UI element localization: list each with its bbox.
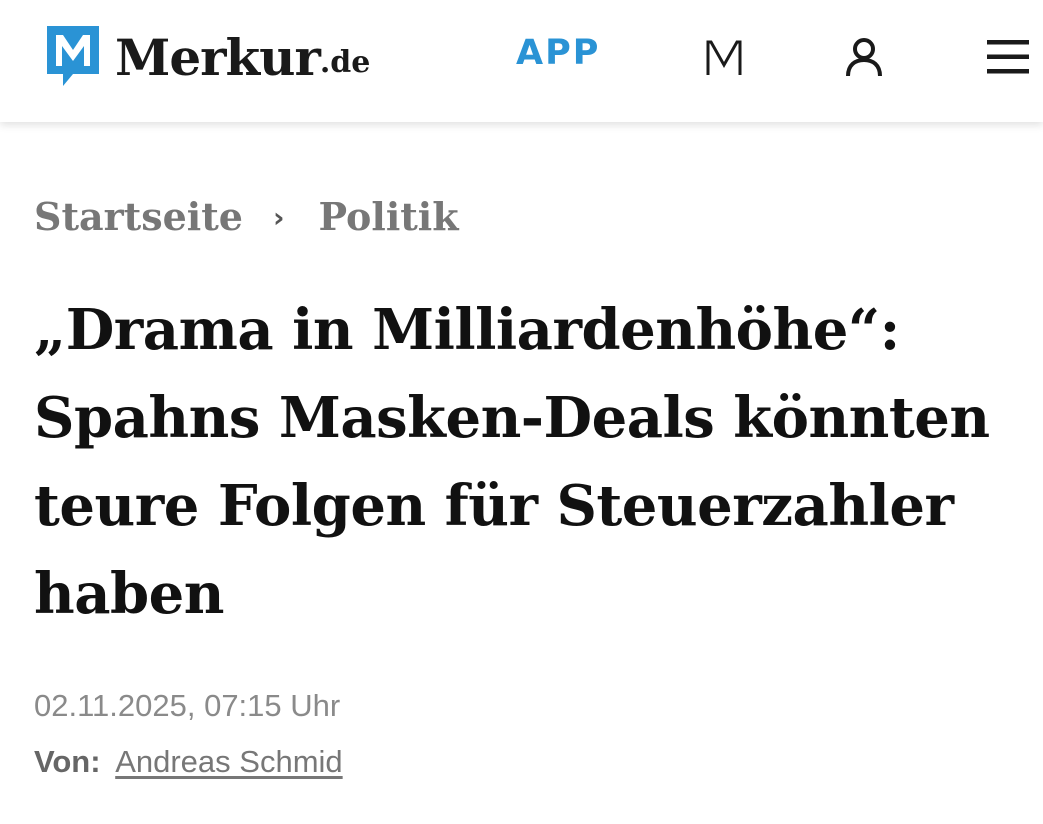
article-dateline: 02.11.2025, 07:15 Uhr: [34, 688, 341, 723]
menu-icon[interactable]: [987, 38, 1029, 76]
breadcrumb-item-startseite[interactable]: Startseite: [34, 198, 243, 236]
byline-label: Von:: [34, 744, 101, 779]
article-headline: „Drama in Milliardenhöhe“: Spahns Masken…: [34, 297, 990, 627]
merkur-logo-icon: [47, 26, 99, 86]
breadcrumb-item-politik[interactable]: Politik: [318, 198, 458, 236]
breadcrumb: Startseite › Politik: [34, 198, 459, 236]
logo-tld: .de: [319, 45, 371, 80]
author-link[interactable]: Andreas Schmid: [115, 744, 342, 779]
chevron-right-icon: ›: [272, 201, 285, 234]
logo-text: Merkur: [115, 28, 321, 87]
site-header: Merkur .de APP: [0, 0, 1043, 122]
user-icon[interactable]: [843, 36, 885, 78]
merkur-m-icon[interactable]: [704, 38, 744, 78]
article-byline: Von: Andreas Schmid: [34, 746, 343, 777]
merkur-logo[interactable]: Merkur .de: [43, 22, 370, 90]
app-link[interactable]: APP: [516, 36, 600, 71]
